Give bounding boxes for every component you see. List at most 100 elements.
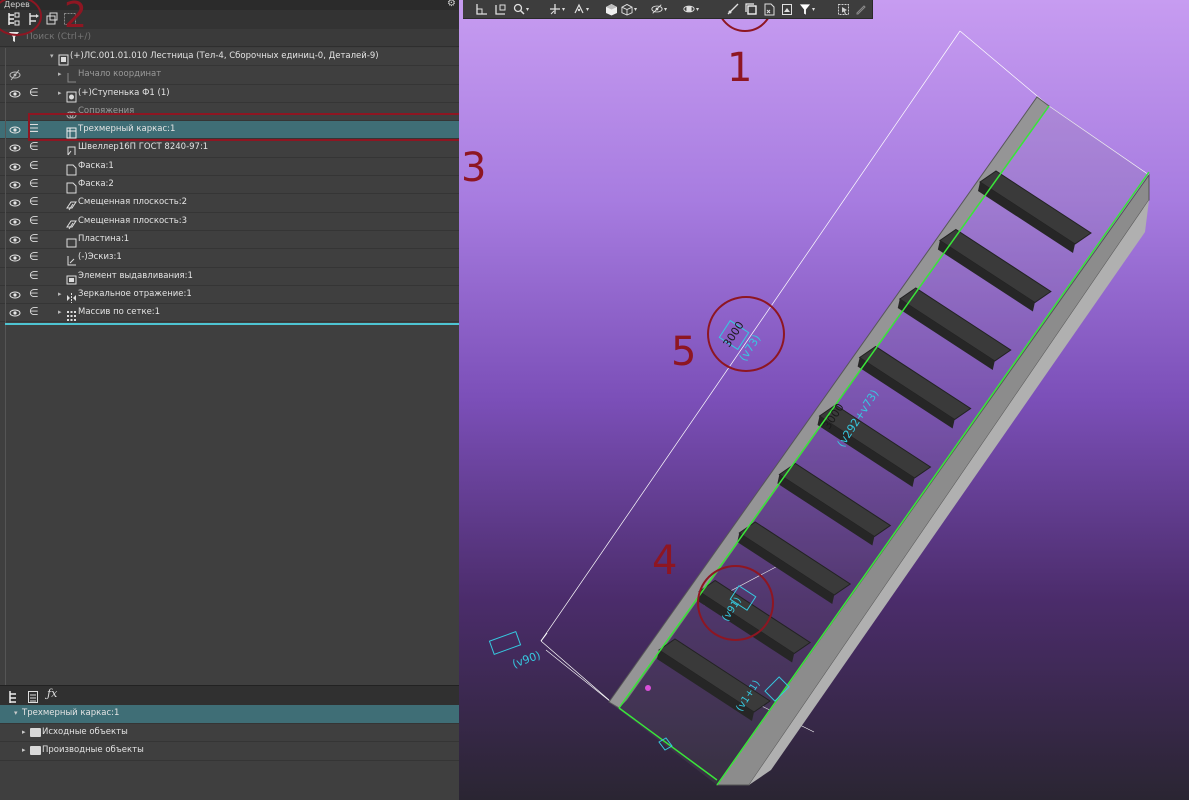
sketch-icon	[66, 252, 77, 266]
display-mode-icon[interactable]: ▾	[621, 1, 637, 17]
tree-row[interactable]: ∈ Элемент выдавливания:1	[0, 268, 459, 286]
tree-row[interactable]: ∈ Фаска:1	[0, 158, 459, 177]
eye-icon[interactable]	[9, 216, 21, 228]
column-divider	[5, 48, 6, 685]
object-tree-label: Трехмерный каркас:1	[22, 708, 120, 718]
include-icon[interactable]: ∈	[29, 287, 39, 301]
channel-icon	[66, 142, 77, 156]
include-icon[interactable]: ∈	[29, 86, 39, 100]
expand-icon[interactable]: ▸	[58, 308, 62, 316]
eye-icon[interactable]	[9, 289, 21, 301]
annotation-number-4: 4	[652, 538, 678, 584]
filter-toolbar-icon[interactable]: ▾	[799, 1, 815, 17]
include-icon[interactable]: ∈	[29, 250, 39, 264]
tree-row[interactable]: ∈ Смещенная плоскость:2	[0, 194, 459, 213]
expand-icon[interactable]: ▸	[22, 746, 26, 754]
mirror-icon	[66, 289, 77, 303]
drawing-icon[interactable]	[779, 1, 795, 17]
eye-icon[interactable]	[9, 234, 21, 246]
eye-icon[interactable]	[9, 197, 21, 209]
object-tree-row[interactable]: ▾ Трехмерный каркас:1	[0, 705, 459, 724]
include-icon[interactable]: ∈	[29, 140, 39, 154]
pencil-icon[interactable]	[853, 1, 869, 17]
tree-row-label: Фаска:1	[78, 160, 114, 171]
annotation-number-5: 5	[671, 329, 697, 375]
plane-icon	[66, 216, 77, 229]
extrude-icon	[66, 271, 77, 285]
eye-hidden-icon[interactable]	[9, 69, 21, 81]
object-tree-label: Исходные объекты	[42, 726, 128, 737]
folder-icon	[30, 746, 41, 755]
eye-icon[interactable]	[9, 124, 21, 136]
tree-row[interactable]: ∈ Фаска:2	[0, 176, 459, 195]
dim-v90: (v90)	[511, 649, 543, 671]
eye-icon[interactable]	[9, 307, 21, 319]
eye-icon[interactable]	[9, 142, 21, 154]
rotate-icon[interactable]: ▾	[573, 1, 589, 17]
expand-icon[interactable]: ▸	[22, 728, 26, 736]
eye-icon[interactable]	[9, 179, 21, 191]
tree-area: ▾ (+)ЛС.001.01.010 Лестница (Тел-4, Сборо…	[0, 48, 459, 685]
tree-row-label: (-)Эскиз:1	[78, 252, 122, 263]
expand-icon[interactable]: ▾	[50, 52, 54, 60]
eye-icon[interactable]	[9, 161, 21, 173]
document-icon[interactable]	[761, 1, 777, 17]
gear-icon[interactable]: ⚙	[447, 0, 456, 9]
variables-tab-icon[interactable]: ƒx	[47, 687, 57, 700]
annotation-number-2: 2	[64, 0, 87, 36]
eye-icon[interactable]	[9, 252, 21, 264]
expand-icon[interactable]: ▸	[58, 290, 62, 298]
tree-row[interactable]: ∈ Швеллер16П ГОСТ 8240-97:1	[0, 139, 459, 158]
tree-row-label: Смещенная плоскость:2	[78, 197, 188, 208]
annotation-circle-5	[707, 296, 785, 372]
annotation-rect-3	[28, 113, 459, 141]
tree-row[interactable]: ∈ ▸ Массив по сетке:1	[0, 304, 459, 323]
folder-icon	[30, 727, 41, 737]
feature-tree-panel: Дерев ⚙ ▾(+)ЛС.001.01.010 Лестница (Тел-…	[0, 0, 459, 800]
measure-icon[interactable]	[725, 1, 741, 17]
tree-row[interactable]: ∈ ▸ Зеркальное отражение:1	[0, 286, 459, 305]
tree-row[interactable]: ∈ Смещенная плоскость:3	[0, 213, 459, 231]
expand-icon[interactable]: ▸	[58, 70, 62, 78]
search-input[interactable]	[26, 30, 446, 44]
pan-icon[interactable]: ▾	[549, 1, 565, 17]
axes-icon[interactable]	[473, 1, 489, 17]
components-icon[interactable]	[44, 11, 60, 27]
section-view-icon[interactable]: ▾	[683, 1, 699, 17]
include-icon[interactable]: ∈	[29, 159, 39, 173]
zoom-icon[interactable]: ▾	[513, 1, 529, 17]
tree-row-label: Смещенная плоскость:3	[78, 215, 188, 226]
tree-row[interactable]: ▾ (+)ЛС.001.01.010 Лестница (Тел-4, Сборо…	[0, 48, 459, 67]
annotation-number-1: 1	[727, 45, 753, 91]
plate-icon	[66, 234, 77, 248]
eye-icon[interactable]	[9, 88, 21, 100]
include-icon[interactable]: ∈	[29, 232, 39, 246]
include-icon[interactable]: ∈	[29, 195, 39, 209]
object-tree-row[interactable]: ▸ Производные объекты	[0, 742, 459, 761]
view-orientation-icon[interactable]	[492, 1, 508, 17]
tree-row[interactable]: ▸ Начало координат	[0, 66, 459, 85]
plane-icon	[66, 197, 77, 211]
object-tree-label: Производные объекты	[42, 745, 144, 755]
3d-viewport[interactable]: 3000 (v73) 3000 (v292+v73) (v90) (v91) (…	[459, 0, 1189, 800]
include-icon[interactable]: ∈	[29, 305, 39, 319]
visibility-icon[interactable]: ▾	[651, 1, 667, 17]
select-icon[interactable]	[835, 1, 851, 17]
expand-icon[interactable]: ▾	[14, 709, 18, 717]
expand-icon[interactable]: ▸	[58, 89, 62, 97]
chamfer-icon	[66, 179, 77, 194]
frame-copy-icon[interactable]	[743, 1, 759, 17]
include-icon[interactable]: ∈	[29, 214, 39, 228]
chamfer-icon	[66, 161, 77, 176]
shaded-mode-icon[interactable]	[603, 1, 619, 17]
object-tree-row[interactable]: ▸ Исходные объекты	[0, 724, 459, 742]
include-icon[interactable]: ∈	[29, 177, 39, 191]
tree-row[interactable]: ∈ Пластина:1	[0, 231, 459, 250]
tree-row[interactable]: ∈ (-)Эскиз:1	[0, 249, 459, 268]
tree-row-label: Пластина:1	[78, 233, 130, 244]
include-icon[interactable]: ∈	[29, 269, 39, 283]
annotation-number-3: 3	[461, 145, 487, 191]
tree-row-label: Швеллер16П ГОСТ 8240-97:1	[78, 142, 209, 153]
origin-icon	[66, 69, 77, 83]
tree-row[interactable]: ∈ ▸ (+)Ступенька Ф1 (1)	[0, 85, 459, 103]
